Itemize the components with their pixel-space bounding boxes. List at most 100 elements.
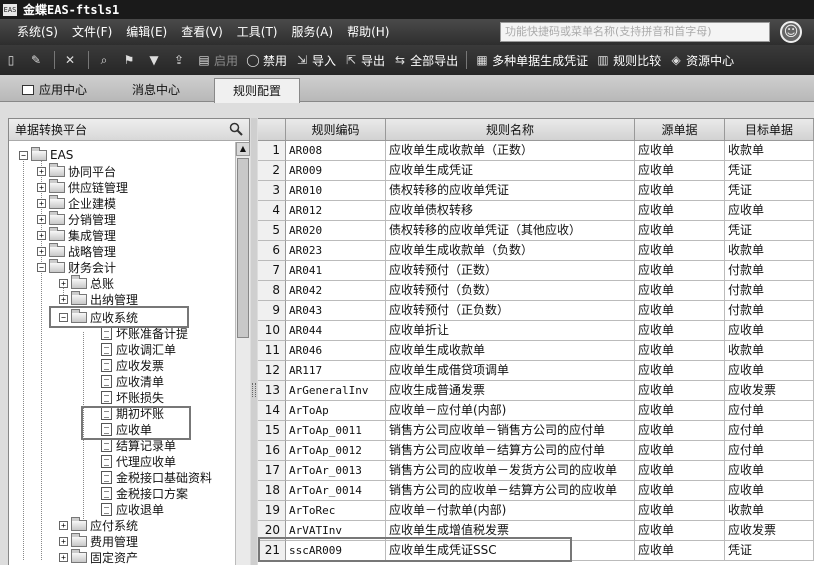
row-number[interactable]: 15 — [258, 421, 286, 441]
cell-code[interactable]: AR012 — [286, 201, 386, 221]
expand-icon[interactable]: + — [59, 520, 68, 530]
cell-source[interactable]: 应收单 — [635, 321, 725, 341]
row-number[interactable]: 7 — [258, 261, 286, 281]
cell-source[interactable]: 应收单 — [635, 441, 725, 461]
cell-target[interactable]: 凭证 — [725, 181, 814, 201]
row-number[interactable]: 6 — [258, 241, 286, 261]
cell-code[interactable]: AR046 — [286, 341, 386, 361]
cell-name[interactable]: 应收单生成借贷项调单 — [386, 361, 635, 381]
cell-target[interactable]: 应收单 — [725, 481, 814, 501]
cell-code[interactable]: ArGeneralInv — [286, 381, 386, 401]
cell-target[interactable]: 收款单 — [725, 341, 814, 361]
tree-node-ap-system[interactable]: + 应付系统 — [59, 516, 138, 533]
tab-app-center[interactable]: 应用中心 — [14, 78, 95, 102]
tree-node-integration[interactable]: + 集成管理 — [37, 226, 116, 243]
menu-system[interactable]: 系统(S) — [10, 19, 65, 45]
column-header-name[interactable]: 规则名称 — [386, 119, 635, 141]
row-number[interactable]: 18 — [258, 481, 286, 501]
tree-node-strategy[interactable]: + 战略管理 — [37, 242, 116, 259]
row-number[interactable]: 10 — [258, 321, 286, 341]
tree-node-eas[interactable]: − EAS — [19, 146, 73, 163]
cell-name[interactable]: 应收单生成收款单 — [386, 341, 635, 361]
locate-button[interactable]: ⚑ — [118, 45, 143, 75]
cell-name[interactable]: 销售方公司的应收单－结算方公司的应收单 — [386, 481, 635, 501]
tree-node-tax-scheme[interactable]: 金税接口方案 — [101, 485, 188, 501]
expand-icon[interactable]: + — [37, 246, 46, 256]
cell-target[interactable]: 付款单 — [725, 301, 814, 321]
cell-name[interactable]: 应收单生成收款单（正数） — [386, 141, 635, 161]
menu-view[interactable]: 查看(V) — [174, 19, 230, 45]
cell-target[interactable]: 凭证 — [725, 541, 814, 561]
export-button[interactable]: ⇱ 导出 — [340, 45, 389, 75]
tree-node-ar-list[interactable]: 应收清单 — [101, 373, 164, 389]
menu-help[interactable]: 帮助(H) — [340, 19, 396, 45]
cell-name[interactable]: 应收生成普通发票 — [386, 381, 635, 401]
disable-button[interactable]: ◯ 禁用 — [242, 45, 291, 75]
cell-source[interactable]: 应收单 — [635, 381, 725, 401]
cell-source[interactable]: 应收单 — [635, 201, 725, 221]
tab-rule-config[interactable]: 规则配置 — [214, 78, 300, 103]
column-header-code[interactable]: 规则编码 — [286, 119, 386, 141]
tree-node-expense[interactable]: + 费用管理 — [59, 532, 138, 549]
cell-source[interactable]: 应收单 — [635, 541, 725, 561]
cell-source[interactable]: 应收单 — [635, 501, 725, 521]
tree-node-ar-invoice[interactable]: 应收发票 — [101, 357, 164, 373]
cell-name[interactable]: 应收单生成凭证SSC — [386, 541, 635, 561]
tree-node-distribution[interactable]: + 分销管理 — [37, 210, 116, 227]
cell-name[interactable]: 应收单生成增值税发票 — [386, 521, 635, 541]
cell-code[interactable]: ArToAp — [286, 401, 386, 421]
tree-node-agent-ar-bill[interactable]: 代理应收单 — [101, 453, 176, 469]
cell-target[interactable]: 凭证 — [725, 161, 814, 181]
splitter-grip[interactable] — [252, 383, 256, 397]
cell-name[interactable]: 应收单债权转移 — [386, 201, 635, 221]
tree-node-tax-base[interactable]: 金税接口基础资料 — [101, 469, 212, 485]
cell-code[interactable]: AR041 — [286, 261, 386, 281]
cell-target[interactable]: 收款单 — [725, 241, 814, 261]
resource-center-button[interactable]: ◈ 资源中心 — [665, 45, 738, 75]
row-number[interactable]: 2 — [258, 161, 286, 181]
row-number[interactable]: 11 — [258, 341, 286, 361]
cell-target[interactable]: 应收单 — [725, 201, 814, 221]
row-number[interactable]: 13 — [258, 381, 286, 401]
expand-icon[interactable]: + — [59, 294, 68, 304]
cell-target[interactable]: 付款单 — [725, 281, 814, 301]
cell-source[interactable]: 应收单 — [635, 261, 725, 281]
collapse-icon[interactable]: − — [19, 150, 28, 160]
rule-compare-button[interactable]: ▥ 规则比较 — [592, 45, 665, 75]
cell-source[interactable]: 应收单 — [635, 161, 725, 181]
cell-code[interactable]: ArToAr_0013 — [286, 461, 386, 481]
tree-node-bad-debt-loss[interactable]: 坏账损失 — [101, 389, 164, 405]
cell-name[interactable]: 债权转移的应收单凭证（其他应收） — [386, 221, 635, 241]
cell-code[interactable]: sscAR009 — [286, 541, 386, 561]
cell-target[interactable]: 应收单 — [725, 321, 814, 341]
cell-code[interactable]: AR044 — [286, 321, 386, 341]
collapse-icon[interactable]: − — [37, 262, 46, 272]
multi-gen-voucher-button[interactable]: ▦ 多种单据生成凭证 — [471, 45, 592, 75]
cell-target[interactable]: 应付单 — [725, 421, 814, 441]
tree-node-opening-bad-debt[interactable]: 期初坏账 — [101, 405, 164, 421]
cell-target[interactable]: 收款单 — [725, 501, 814, 521]
cell-code[interactable]: AR008 — [286, 141, 386, 161]
row-number[interactable]: 14 — [258, 401, 286, 421]
row-number[interactable]: 1 — [258, 141, 286, 161]
expand-icon[interactable]: + — [59, 552, 68, 562]
expand-icon[interactable]: + — [37, 166, 46, 176]
delete-button[interactable]: ✕ — [59, 45, 84, 75]
cell-code[interactable]: AR042 — [286, 281, 386, 301]
cell-source[interactable]: 应收单 — [635, 481, 725, 501]
cell-source[interactable]: 应收单 — [635, 461, 725, 481]
scroll-up-icon[interactable]: ▲ — [236, 142, 250, 156]
cell-name[interactable]: 应收单折让 — [386, 321, 635, 341]
cell-target[interactable]: 应收发票 — [725, 521, 814, 541]
cell-code[interactable]: AR009 — [286, 161, 386, 181]
menu-file[interactable]: 文件(F) — [65, 19, 119, 45]
edit-button[interactable]: ✎ — [25, 45, 50, 75]
search-icon[interactable] — [229, 122, 243, 136]
row-number[interactable]: 4 — [258, 201, 286, 221]
cell-target[interactable]: 应付单 — [725, 441, 814, 461]
filter-button[interactable]: ▼ — [143, 45, 168, 75]
cell-target[interactable]: 应收单 — [725, 461, 814, 481]
cell-source[interactable]: 应收单 — [635, 301, 725, 321]
import-button[interactable]: ⇲ 导入 — [291, 45, 340, 75]
row-number[interactable]: 21 — [258, 541, 286, 561]
